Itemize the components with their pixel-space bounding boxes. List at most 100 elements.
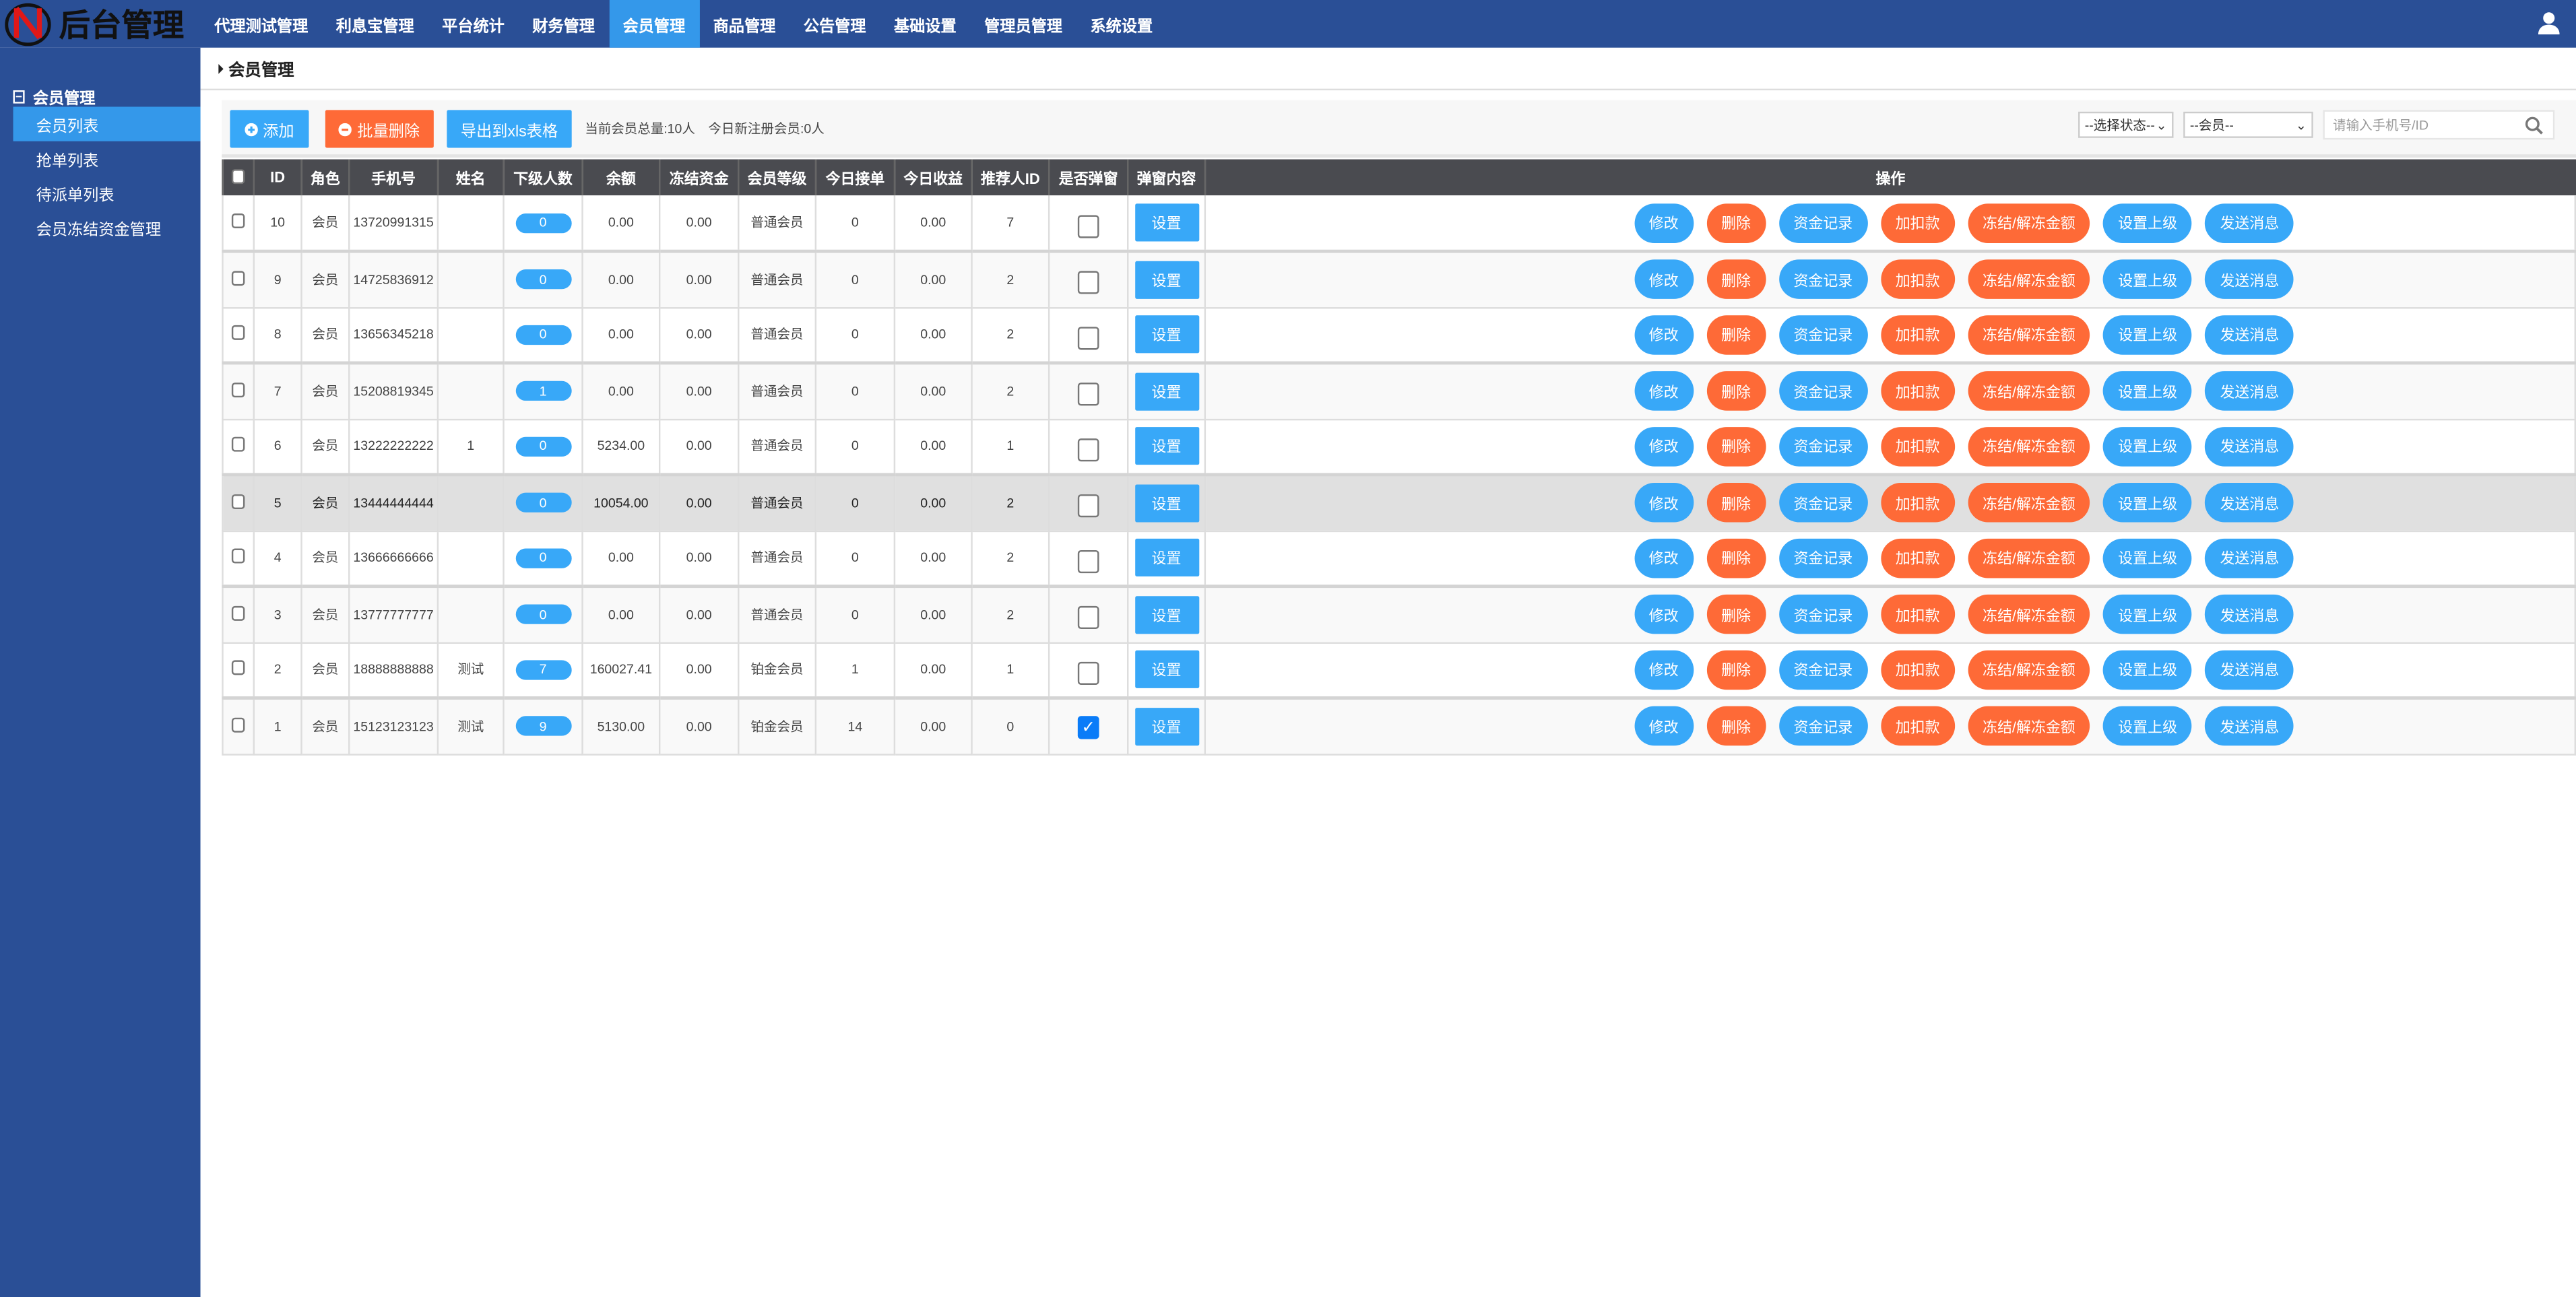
nav-item[interactable]: 利息宝管理 <box>322 0 428 48</box>
action-button[interactable]: 修改 <box>1634 650 1694 690</box>
subordinate-count-badge[interactable]: 0 <box>515 269 571 290</box>
action-button[interactable]: 资金记录 <box>1778 426 1868 467</box>
row-checkbox[interactable] <box>231 270 245 286</box>
action-button[interactable]: 删除 <box>1706 426 1766 467</box>
action-button[interactable]: 资金记录 <box>1778 371 1868 411</box>
subordinate-count-badge[interactable]: 0 <box>515 325 571 345</box>
action-button[interactable]: 发送消息 <box>2205 259 2294 300</box>
action-button[interactable]: 资金记录 <box>1778 314 1868 355</box>
subordinate-count-badge[interactable]: 1 <box>515 381 571 401</box>
action-button[interactable]: 冻结/解冻金额 <box>1968 259 2090 300</box>
sidebar-item[interactable]: 待派单列表 <box>13 176 201 210</box>
action-button[interactable]: 资金记录 <box>1778 203 1868 242</box>
action-button[interactable]: 冻结/解冻金额 <box>1968 650 2090 690</box>
popup-checkbox[interactable] <box>1077 326 1099 350</box>
action-button[interactable]: 加扣款 <box>1880 483 1955 523</box>
select-all-cell[interactable] <box>222 159 254 196</box>
action-button[interactable]: 删除 <box>1706 595 1766 634</box>
add-button[interactable]: 添加 <box>230 110 309 148</box>
action-button[interactable]: 修改 <box>1634 371 1694 411</box>
row-checkbox[interactable] <box>231 325 245 341</box>
action-button[interactable]: 发送消息 <box>2205 203 2294 242</box>
action-button[interactable]: 删除 <box>1706 706 1766 746</box>
action-button[interactable]: 修改 <box>1634 483 1694 523</box>
subordinate-count-badge[interactable]: 9 <box>515 716 571 737</box>
action-button[interactable]: 资金记录 <box>1778 706 1868 746</box>
popup-settings-button[interactable]: 设置 <box>1134 484 1199 522</box>
action-button[interactable]: 发送消息 <box>2205 426 2294 467</box>
action-button[interactable]: 删除 <box>1706 538 1766 578</box>
search-icon[interactable] <box>2525 116 2543 134</box>
action-button[interactable]: 设置上级 <box>2103 538 2193 578</box>
action-button[interactable]: 冻结/解冻金额 <box>1968 538 2090 578</box>
row-checkbox[interactable] <box>231 660 245 675</box>
action-button[interactable]: 修改 <box>1634 314 1694 355</box>
nav-item[interactable]: 会员管理 <box>608 0 699 48</box>
popup-checkbox[interactable] <box>1077 661 1099 685</box>
row-checkbox[interactable] <box>231 549 245 564</box>
popup-settings-button[interactable]: 设置 <box>1134 427 1199 465</box>
popup-checkbox[interactable] <box>1077 494 1099 518</box>
nav-item[interactable]: 财务管理 <box>519 0 609 48</box>
action-button[interactable]: 加扣款 <box>1880 595 1955 634</box>
popup-checkbox[interactable] <box>1077 550 1099 573</box>
action-button[interactable]: 设置上级 <box>2103 650 2193 690</box>
action-button[interactable]: 修改 <box>1634 259 1694 300</box>
user-icon[interactable] <box>2538 11 2560 35</box>
subordinate-count-badge[interactable]: 0 <box>515 212 571 233</box>
action-button[interactable]: 冻结/解冻金额 <box>1968 314 2090 355</box>
action-button[interactable]: 发送消息 <box>2205 314 2294 355</box>
action-button[interactable]: 发送消息 <box>2205 650 2294 690</box>
row-checkbox[interactable] <box>231 717 245 733</box>
popup-checkbox[interactable] <box>1077 383 1099 406</box>
action-button[interactable]: 冻结/解冻金额 <box>1968 483 2090 523</box>
action-button[interactable]: 修改 <box>1634 595 1694 634</box>
action-button[interactable]: 冻结/解冻金额 <box>1968 706 2090 746</box>
popup-settings-button[interactable]: 设置 <box>1134 595 1199 634</box>
role-select[interactable]: --会员-- ⌄ <box>2183 111 2313 138</box>
sidebar-group[interactable]: − 会员管理 <box>0 48 201 108</box>
popup-checkbox[interactable]: ✓ <box>1077 716 1099 740</box>
popup-checkbox[interactable] <box>1077 606 1099 630</box>
popup-settings-button[interactable]: 设置 <box>1134 539 1199 577</box>
nav-item[interactable]: 商品管理 <box>699 0 790 48</box>
action-button[interactable]: 冻结/解冻金额 <box>1968 203 2090 242</box>
row-checkbox[interactable] <box>231 213 245 228</box>
action-button[interactable]: 设置上级 <box>2103 706 2193 746</box>
action-button[interactable]: 资金记录 <box>1778 650 1868 690</box>
action-button[interactable]: 设置上级 <box>2103 371 2193 411</box>
action-button[interactable]: 加扣款 <box>1880 538 1955 578</box>
action-button[interactable]: 冻结/解冻金额 <box>1968 595 2090 634</box>
action-button[interactable]: 冻结/解冻金额 <box>1968 426 2090 467</box>
action-button[interactable]: 加扣款 <box>1880 650 1955 690</box>
action-button[interactable]: 修改 <box>1634 426 1694 467</box>
action-button[interactable]: 加扣款 <box>1880 706 1955 746</box>
action-button[interactable]: 加扣款 <box>1880 203 1955 242</box>
action-button[interactable]: 加扣款 <box>1880 259 1955 300</box>
popup-checkbox[interactable] <box>1077 214 1099 238</box>
sidebar-item[interactable]: 会员列表 <box>13 106 201 141</box>
nav-item[interactable]: 基础设置 <box>880 0 970 48</box>
popup-checkbox[interactable] <box>1077 271 1099 295</box>
action-button[interactable]: 删除 <box>1706 314 1766 355</box>
nav-item[interactable]: 平台统计 <box>428 0 518 48</box>
row-checkbox[interactable] <box>231 382 245 397</box>
popup-settings-button[interactable]: 设置 <box>1134 651 1199 689</box>
action-button[interactable]: 发送消息 <box>2205 595 2294 634</box>
action-button[interactable]: 修改 <box>1634 706 1694 746</box>
select-all-checkbox[interactable] <box>231 168 245 183</box>
action-button[interactable]: 发送消息 <box>2205 706 2294 746</box>
action-button[interactable]: 设置上级 <box>2103 595 2193 634</box>
action-button[interactable]: 设置上级 <box>2103 426 2193 467</box>
subordinate-count-badge[interactable]: 0 <box>515 436 571 457</box>
status-select[interactable]: --选择状态-- ⌄ <box>2078 111 2174 138</box>
action-button[interactable]: 删除 <box>1706 483 1766 523</box>
action-button[interactable]: 设置上级 <box>2103 483 2193 523</box>
row-checkbox[interactable] <box>231 605 245 621</box>
sidebar-item[interactable]: 会员冻结资金管理 <box>13 210 201 244</box>
action-button[interactable]: 删除 <box>1706 259 1766 300</box>
nav-item[interactable]: 系统设置 <box>1076 0 1167 48</box>
subordinate-count-badge[interactable]: 0 <box>515 493 571 513</box>
popup-settings-button[interactable]: 设置 <box>1134 315 1199 354</box>
action-button[interactable]: 发送消息 <box>2205 483 2294 523</box>
